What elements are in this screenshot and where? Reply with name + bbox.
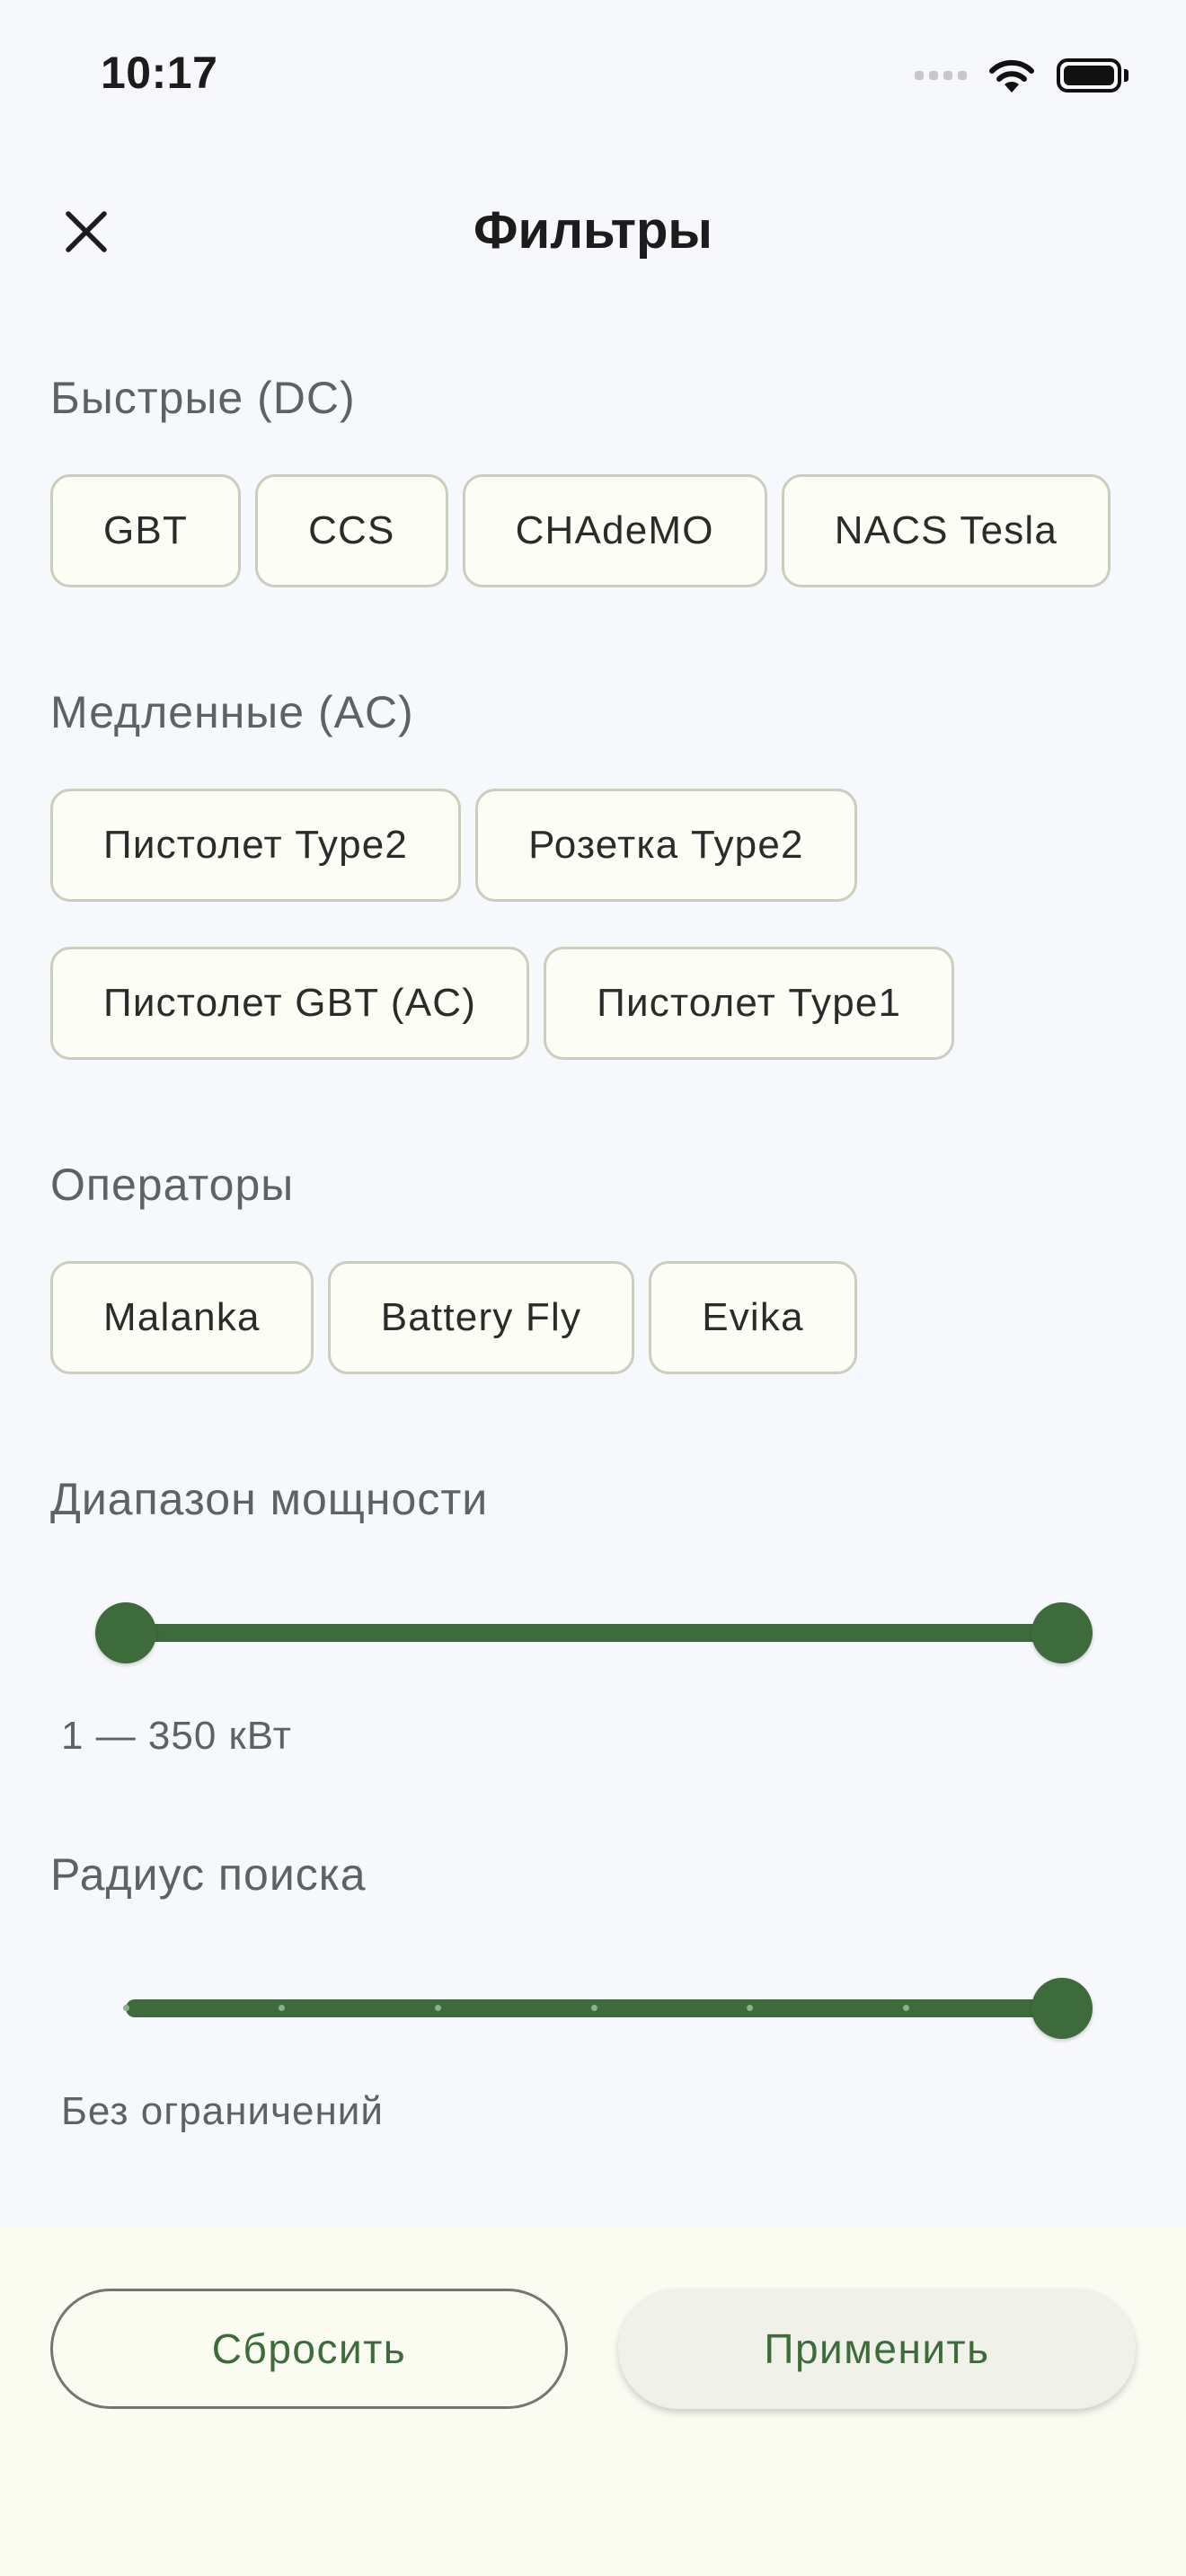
search-radius-thumb[interactable] (1031, 1978, 1093, 2039)
chip-nacs-tesla[interactable]: NACS Tesla (781, 474, 1111, 587)
search-radius-tick (434, 2005, 441, 2011)
chip-chademo[interactable]: CHAdeMO (462, 474, 767, 587)
cellular-signal-icon (915, 71, 967, 80)
search-radius-tick (122, 2005, 129, 2011)
chip-gbt[interactable]: GBT (50, 474, 242, 587)
apply-button[interactable]: Применить (618, 2289, 1136, 2409)
power-range-max-thumb[interactable] (1031, 1602, 1093, 1663)
power-range-track (126, 1624, 1062, 1642)
fast-connector-chips: GBT CCS CHAdeMO NACS Tesla (50, 474, 1111, 587)
bottom-action-bar: Сбросить Применить (0, 2228, 1186, 2576)
battery-icon (1057, 58, 1128, 93)
power-range-label: Диапазон мощности (50, 1474, 489, 1524)
slow-connector-chips-row-1: Пистолет Type2 Розетка Type2 (50, 789, 857, 902)
search-radius-value: Без ограничений (61, 2089, 384, 2133)
power-range-min-thumb[interactable] (95, 1602, 156, 1663)
status-time: 10:17 (101, 48, 218, 98)
status-bar: 10:17 (0, 0, 1186, 153)
chip-ccs[interactable]: CCS (255, 474, 448, 587)
chip-pistol-gbt-ac[interactable]: Пистолет GBT (AC) (50, 947, 530, 1060)
slow-section-label: Медленные (AC) (50, 687, 414, 737)
chip-battery-fly[interactable]: Battery Fly (327, 1261, 635, 1374)
chip-evika[interactable]: Evika (649, 1261, 857, 1374)
chip-pistol-type1[interactable]: Пистолет Type1 (544, 947, 955, 1060)
search-radius-tick (590, 2005, 597, 2011)
operator-chips: Malanka Battery Fly Evika (50, 1261, 857, 1374)
chip-pistol-type2[interactable]: Пистолет Type2 (50, 789, 462, 902)
search-radius-slider[interactable] (99, 1972, 1093, 2044)
operators-section-label: Операторы (50, 1160, 295, 1210)
power-range-slider[interactable] (95, 1597, 1093, 1669)
search-radius-label: Радиус поиска (50, 1849, 367, 1900)
search-radius-tick (902, 2005, 909, 2011)
slow-connector-chips-row-2: Пистолет GBT (AC) Пистолет Type1 (50, 947, 955, 1060)
reset-button[interactable]: Сбросить (50, 2289, 568, 2409)
wifi-icon (989, 59, 1034, 93)
chip-socket-type2[interactable]: Розетка Type2 (475, 789, 857, 902)
filters-screen: 10:17 Фильтры Быстрые (DC) GBT CCS CHAde… (0, 0, 1186, 2576)
fast-section-label: Быстрые (DC) (50, 373, 356, 423)
status-icons (915, 50, 1128, 101)
page-title: Фильтры (474, 201, 712, 260)
power-range-value: 1 — 350 кВт (61, 1714, 292, 1758)
chip-malanka[interactable]: Malanka (50, 1261, 314, 1374)
